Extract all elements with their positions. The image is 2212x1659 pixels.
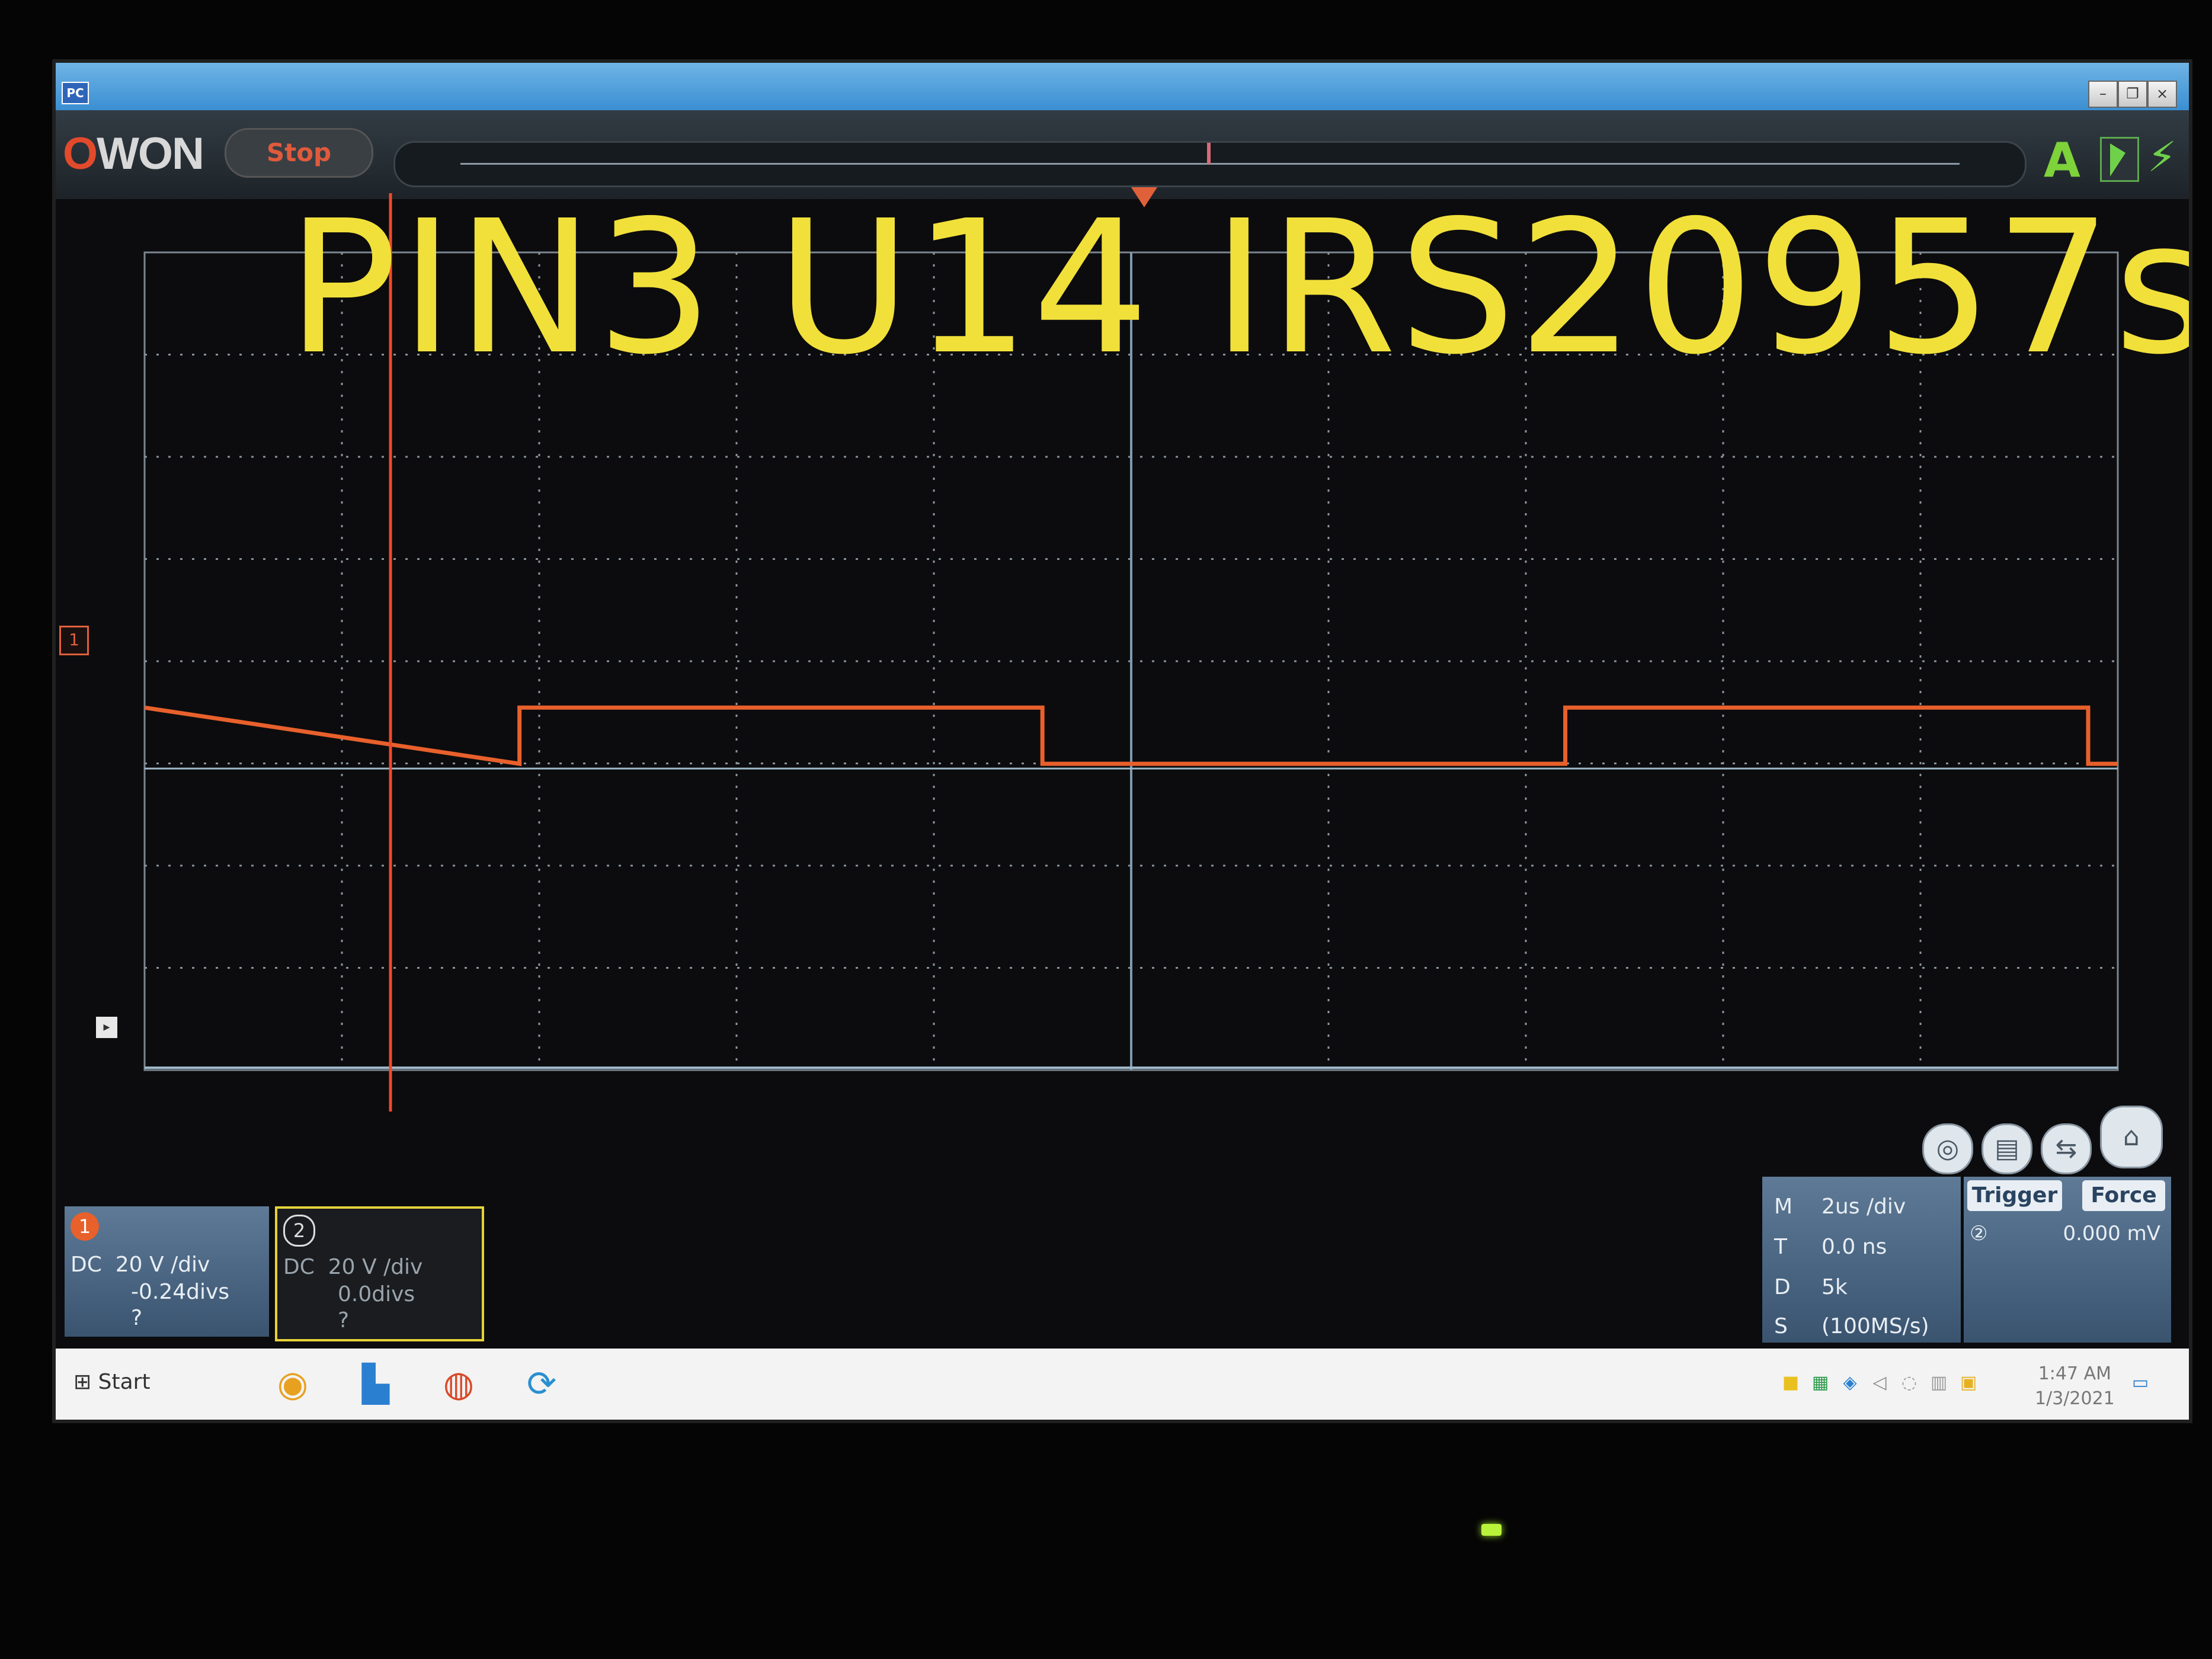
- app-icon: PC: [62, 82, 89, 104]
- memory-position-bar[interactable]: [393, 141, 2027, 187]
- network-icon[interactable]: ◈: [1839, 1372, 1861, 1394]
- taskbar: ⊞ Start ◉ ▙ ◍ ⟳ ■ ▦ ◈ ◁ ◌ ▥ ▣ 1:47 AM 1/…: [56, 1349, 2189, 1420]
- start-button[interactable]: ⊞ Start: [73, 1370, 151, 1394]
- save-icon[interactable]: ▤: [1981, 1123, 2032, 1174]
- chrome-icon[interactable]: ◍: [435, 1360, 482, 1408]
- trigger-panel[interactable]: Trigger Force ② 0.000 mV: [1964, 1177, 2171, 1343]
- trigger-level: 0.000 mV: [2063, 1222, 2160, 1245]
- tray-icon-2[interactable]: ▦: [1810, 1372, 1831, 1394]
- scope-app-icon[interactable]: ▙: [352, 1360, 399, 1408]
- channel2-ground-marker[interactable]: ▸: [96, 1017, 117, 1038]
- close-button[interactable]: ×: [2147, 81, 2177, 108]
- memory-position-marker[interactable]: [1207, 143, 1211, 164]
- trigger-button[interactable]: Trigger: [1967, 1180, 2062, 1211]
- show-desktop-icon[interactable]: ▭: [2130, 1372, 2151, 1394]
- channel2-offset: 0.0divs: [338, 1282, 415, 1306]
- channel1-offset: -0.24divs: [131, 1280, 230, 1304]
- wifi-app-icon[interactable]: ⟳: [518, 1360, 565, 1408]
- restore-button[interactable]: ❐: [2118, 81, 2147, 108]
- autoset-icon[interactable]: A: [2044, 133, 2080, 188]
- clock[interactable]: 1:47 AM 1/3/2021: [2035, 1362, 2115, 1411]
- tray-icon-1[interactable]: ■: [1780, 1372, 1801, 1394]
- oscilloscope-screen: PC – ❐ × OWON Stop A ⚡ PIN3 U14 IRS20957…: [52, 59, 2192, 1423]
- channel2-settings: DC 20 V /div: [283, 1255, 423, 1279]
- channel1-badge: 1: [71, 1212, 99, 1241]
- trigger-source: ②: [1970, 1222, 1988, 1245]
- bolt-icon[interactable]: ⚡: [2147, 133, 2176, 181]
- window-title-bar: PC – ❐ ×: [56, 63, 2189, 110]
- sample-rate-row: S (100MS/s): [1774, 1314, 1929, 1338]
- owon-logo: OWON: [63, 129, 204, 179]
- force-button[interactable]: Force: [2082, 1180, 2165, 1211]
- cursor-mode-icon[interactable]: [2100, 137, 2139, 182]
- channel2-badge: 2: [283, 1215, 315, 1247]
- run-stop-button[interactable]: Stop: [225, 128, 373, 178]
- tray-icon-7[interactable]: ▣: [1958, 1372, 1979, 1394]
- minimize-button[interactable]: –: [2088, 81, 2118, 108]
- channel1-extra: ?: [131, 1306, 143, 1330]
- channel1-settings: DC 20 V /div: [71, 1253, 210, 1277]
- channel2-panel[interactable]: 2 DC 20 V /div 0.0divs ?: [275, 1206, 484, 1341]
- home-icon[interactable]: ⌂: [2100, 1106, 2163, 1168]
- tray-icon-5[interactable]: ◌: [1899, 1372, 1920, 1394]
- horizontal-panel[interactable]: M 2us /div T 0.0 ns D 5k S (100MS/s): [1762, 1177, 1961, 1343]
- camera-icon[interactable]: ◎: [1922, 1123, 1973, 1174]
- channel1-ground-marker[interactable]: 1: [59, 626, 89, 655]
- tray-icon-6[interactable]: ▥: [1928, 1372, 1949, 1394]
- overlay-caption: PIN3 U14 IRS20957s: [287, 181, 2192, 395]
- depth-row: D 5k: [1774, 1275, 1848, 1299]
- channel1-panel[interactable]: 1 DC 20 V /div -0.24divs ?: [65, 1206, 269, 1337]
- volume-icon[interactable]: ◁: [1869, 1372, 1890, 1394]
- swap-icon[interactable]: ⇆: [2041, 1123, 2092, 1174]
- power-led: [1481, 1524, 1502, 1536]
- trigger-time-row: T 0.0 ns: [1774, 1235, 1887, 1259]
- timebase-row: M 2us /div: [1774, 1194, 1906, 1219]
- channel2-extra: ?: [338, 1308, 350, 1333]
- media-icon[interactable]: ◉: [269, 1360, 316, 1408]
